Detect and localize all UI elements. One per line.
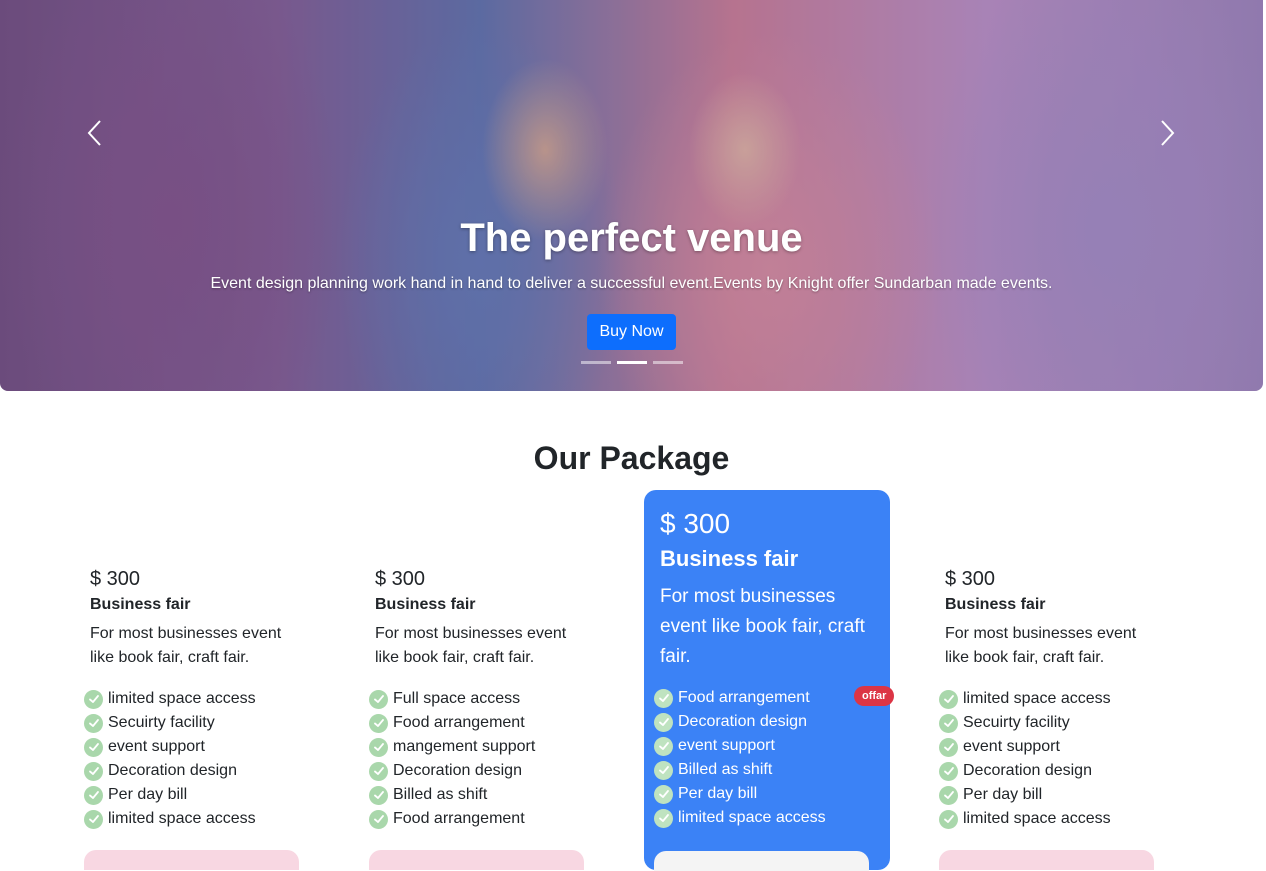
feature-item: Per day bill xyxy=(84,783,256,807)
buy-now-button[interactable]: Buy Now xyxy=(587,314,676,350)
check-icon xyxy=(84,689,103,709)
check-icon xyxy=(654,736,673,756)
package-name: Business fair xyxy=(660,546,799,571)
feature-item: event support xyxy=(84,735,256,759)
package-price: $ 300 xyxy=(375,568,426,590)
package-description: For most businesses event like book fair… xyxy=(660,586,865,667)
feature-item: Decoration design xyxy=(939,759,1111,783)
carousel-indicator-3[interactable] xyxy=(653,361,683,364)
check-icon xyxy=(654,784,673,804)
feature-item: Billed as shift xyxy=(654,758,826,782)
check-icon xyxy=(369,737,388,757)
feature-item: Food arrangement xyxy=(654,686,826,710)
hero-carousel: The perfect venue Event design planning … xyxy=(0,0,1263,391)
package-price: $ 300 xyxy=(660,508,731,539)
feature-item: event support xyxy=(654,734,826,758)
hero-subtitle: Event design planning work hand in hand … xyxy=(210,275,1053,292)
feature-item: Decoration design xyxy=(84,759,256,783)
check-icon xyxy=(939,785,958,805)
carousel-indicators xyxy=(581,361,683,364)
carousel-indicator-1[interactable] xyxy=(581,361,611,364)
package-description: For most businesses event like book fair… xyxy=(375,625,567,666)
check-icon xyxy=(939,761,958,781)
package-select-button[interactable] xyxy=(654,851,869,871)
package-description: For most businesses event like book fair… xyxy=(90,625,282,666)
check-icon xyxy=(369,809,388,829)
feature-item: limited space access xyxy=(84,807,256,831)
feature-list: Full space access Food arrangement mange… xyxy=(369,687,535,831)
check-icon xyxy=(939,809,958,829)
check-icon xyxy=(84,809,103,829)
feature-list: Food arrangement Decoration design event… xyxy=(654,686,826,830)
check-icon xyxy=(939,713,958,733)
check-icon xyxy=(369,713,388,733)
feature-item: Decoration design xyxy=(654,710,826,734)
section-title: Our Package xyxy=(533,440,730,476)
feature-item: Per day bill xyxy=(939,783,1111,807)
check-icon xyxy=(84,761,103,781)
package-select-button[interactable] xyxy=(369,850,584,870)
check-icon xyxy=(84,785,103,805)
feature-item: Per day bill xyxy=(654,782,826,806)
offer-badge: offar xyxy=(854,686,895,706)
carousel-indicator-2[interactable] xyxy=(617,361,647,364)
package-price: $ 300 xyxy=(90,568,141,590)
feature-item: limited space access xyxy=(84,687,256,711)
check-icon xyxy=(654,712,673,732)
check-icon xyxy=(369,761,388,781)
package-description: For most businesses event like book fair… xyxy=(945,625,1137,666)
check-icon xyxy=(654,808,673,828)
package-select-button[interactable] xyxy=(939,850,1154,870)
carousel-prev-icon[interactable] xyxy=(78,118,112,152)
check-icon xyxy=(84,713,103,733)
feature-list: limited space access Secuirty facility e… xyxy=(939,687,1111,831)
feature-item: Food arrangement xyxy=(369,711,535,735)
feature-item: Full space access xyxy=(369,687,535,711)
feature-item: event support xyxy=(939,735,1111,759)
feature-item: limited space access xyxy=(654,806,826,830)
feature-item: limited space access xyxy=(939,807,1111,831)
feature-item: Billed as shift xyxy=(369,783,535,807)
check-icon xyxy=(84,737,103,757)
check-icon xyxy=(939,737,958,757)
check-icon xyxy=(654,760,673,780)
feature-item: Secuirty facility xyxy=(939,711,1111,735)
check-icon xyxy=(939,689,958,709)
check-icon xyxy=(369,785,388,805)
package-name: Business fair xyxy=(375,596,476,613)
check-icon xyxy=(369,689,388,709)
check-icon xyxy=(654,688,673,708)
carousel-next-icon[interactable] xyxy=(1150,118,1184,152)
feature-item: Decoration design xyxy=(369,759,535,783)
package-select-button[interactable] xyxy=(84,850,299,870)
hero-title: The perfect venue xyxy=(460,216,803,260)
package-card-featured: $ 300 Business fair For most businesses … xyxy=(644,490,895,871)
feature-item: mangement support xyxy=(369,735,535,759)
feature-item: Food arrangement xyxy=(369,807,535,831)
package-name: Business fair xyxy=(90,596,191,613)
feature-item: Secuirty facility xyxy=(84,711,256,735)
package-price: $ 300 xyxy=(945,568,996,590)
feature-list: limited space access Secuirty facility e… xyxy=(84,687,256,831)
package-name: Business fair xyxy=(945,596,1046,613)
feature-item: limited space access xyxy=(939,687,1111,711)
